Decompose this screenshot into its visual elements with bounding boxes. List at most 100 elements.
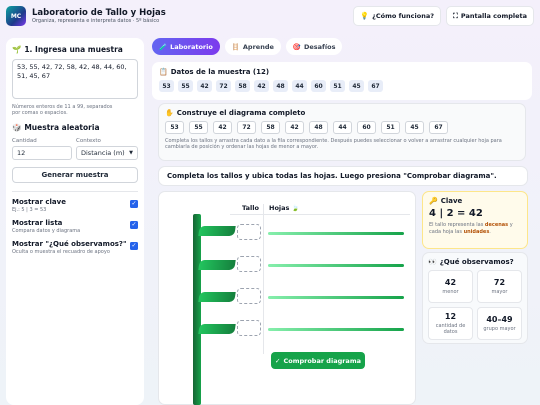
plant-leaf xyxy=(198,226,236,236)
draggable-value-chip[interactable]: 44 xyxy=(333,121,352,134)
sample-value-chip: 58 xyxy=(235,80,250,92)
plant-stem xyxy=(193,214,201,405)
tab-laboratorio[interactable]: 🧪 Laboratorio xyxy=(152,38,220,55)
context-select-value: Distancia (m) xyxy=(81,149,125,157)
sample-value-chip: 42 xyxy=(254,80,269,92)
random-heading-text: Muestra aleatoria xyxy=(24,123,100,132)
app-logo: MC xyxy=(6,6,26,26)
show-list-checkbox[interactable]: ✓ xyxy=(130,221,138,229)
sample-input[interactable] xyxy=(12,59,138,99)
flask-icon: 🧪 xyxy=(159,42,168,51)
stat-min: 42 menor xyxy=(428,270,473,303)
sample-value-chip: 45 xyxy=(349,80,364,92)
stat-max: 72 mayor xyxy=(477,270,522,303)
draggable-value-chip[interactable]: 72 xyxy=(237,121,256,134)
draggable-value-chip[interactable]: 55 xyxy=(189,121,208,134)
option-desc: Oculta o muestra el recuadro de apoyo xyxy=(12,249,110,255)
stat-label: menor xyxy=(442,289,459,295)
check-diagram-label: Comprobar diagrama xyxy=(283,356,361,365)
count-input[interactable]: 12 xyxy=(12,146,72,160)
plant-leaf xyxy=(198,292,236,302)
draggable-value-chip[interactable]: 53 xyxy=(165,121,184,134)
tab-aprende[interactable]: 🪜 Aprende xyxy=(224,38,281,55)
generate-button[interactable]: Generar muestra xyxy=(12,167,138,183)
col-stem-header: Tallo xyxy=(242,204,259,212)
key-card: 🔑 Clave 4 | 2 = 42 El tallo representa l… xyxy=(422,191,528,249)
tab-bar: 🧪 Laboratorio 🪜 Aprende 🎯 Desafíos xyxy=(152,38,343,55)
build-heading: ✋ Construye el diagrama completo xyxy=(165,109,519,117)
plant-leaf xyxy=(198,324,236,334)
sample-heading-text: 1. Ingresa una muestra xyxy=(24,45,123,54)
ladder-icon: 🪜 xyxy=(231,42,240,51)
stat-label: cantidad de datos xyxy=(435,323,466,335)
observe-heading-text: ¿Qué observamos? xyxy=(439,258,514,266)
show-key-checkbox[interactable]: ✓ xyxy=(130,200,138,208)
stat-label: grupo mayor xyxy=(483,326,516,332)
key-example: 4 | 2 = 42 xyxy=(429,208,483,219)
tab-desafios[interactable]: 🎯 Desafíos xyxy=(285,38,343,55)
build-heading-text: Construye el diagrama completo xyxy=(176,109,306,117)
option-title: Mostrar lista xyxy=(12,219,63,227)
fullscreen-button[interactable]: ⛶ Pantalla completa xyxy=(446,6,534,26)
stat-value: 42 xyxy=(444,278,457,287)
leaf-row-drop-zone[interactable] xyxy=(268,264,404,267)
sample-value-chip: 53 xyxy=(159,80,174,92)
option-show-key[interactable]: Mostrar clave Ej.: 5 | 3 = 53 ✓ xyxy=(12,198,138,213)
leaf-icon: 🍃 xyxy=(291,205,300,212)
plant-leaf xyxy=(198,260,236,270)
draggable-value-chip[interactable]: 45 xyxy=(405,121,424,134)
app-title: Laboratorio de Tallo y Hojas xyxy=(32,7,166,18)
fullscreen-button-label: Pantalla completa xyxy=(460,12,527,20)
sample-data-list: 53 55 42 72 58 42 48 44 60 51 45 67 xyxy=(159,80,525,92)
draggable-value-chip[interactable]: 48 xyxy=(309,121,328,134)
option-title: Mostrar clave xyxy=(12,198,66,206)
option-show-list[interactable]: Mostrar lista Compara datos y diagrama ✓ xyxy=(12,219,138,234)
column-divider xyxy=(263,204,264,354)
show-observe-checkbox[interactable]: ✓ xyxy=(130,242,138,250)
option-desc: Compara datos y diagrama xyxy=(12,228,81,234)
check-diagram-button[interactable]: ✓ Comprobar diagrama xyxy=(271,352,365,369)
draggable-value-chip[interactable]: 60 xyxy=(357,121,376,134)
key-heading-text: Clave xyxy=(440,197,463,205)
key-note: El tallo representa las decenas y cada h… xyxy=(429,222,513,235)
draggable-value-chip[interactable]: 58 xyxy=(261,121,280,134)
draggable-value-chip[interactable]: 42 xyxy=(285,121,304,134)
tab-label: Laboratorio xyxy=(170,42,213,51)
draggable-value-chip[interactable]: 42 xyxy=(213,121,232,134)
context-select[interactable]: Distancia (m) ▼ xyxy=(76,146,138,160)
hand-icon: ✋ xyxy=(165,109,174,117)
draggable-data-list: 53 55 42 72 58 42 48 44 60 51 45 67 xyxy=(165,121,519,134)
stem-slot[interactable] xyxy=(237,256,261,272)
leaf-row-drop-zone[interactable] xyxy=(268,296,404,299)
leaf-row-drop-zone[interactable] xyxy=(268,328,404,331)
stem-slot[interactable] xyxy=(237,288,261,304)
sample-value-chip: 51 xyxy=(330,80,345,92)
check-icon: ✓ xyxy=(275,356,281,365)
sample-hint: Números enteros de 11 a 99, separados po… xyxy=(12,104,113,116)
clipboard-icon: 📋 xyxy=(159,68,168,76)
stem-slot[interactable] xyxy=(237,224,261,240)
help-button[interactable]: 💡 ¿Cómo funciona? xyxy=(353,6,442,26)
leaf-row-drop-zone[interactable] xyxy=(268,232,404,235)
stat-value: 40–49 xyxy=(486,315,513,324)
draggable-value-chip[interactable]: 67 xyxy=(429,121,448,134)
stem-slot[interactable] xyxy=(237,320,261,336)
expand-icon: ⛶ xyxy=(453,11,458,20)
sample-heading: 🌱 1. Ingresa una muestra xyxy=(12,45,138,54)
context-label: Contexto xyxy=(76,138,101,144)
stat-count: 12 cantidad de datos xyxy=(428,307,473,340)
build-diagram-card: ✋ Construye el diagrama completo 53 55 42 7… xyxy=(158,103,526,161)
app-header: MC Laboratorio de Tallo y Hojas Organiza… xyxy=(0,0,540,32)
col-leaves-text: Hojas xyxy=(269,204,290,212)
lightbulb-icon: 💡 xyxy=(360,12,370,20)
key-icon: 🔑 xyxy=(429,197,438,205)
key-heading: 🔑 Clave xyxy=(429,197,521,205)
sample-value-chip: 67 xyxy=(368,80,383,92)
option-show-observe[interactable]: Mostrar "¿Qué observamos?" Oculta o mues… xyxy=(12,240,138,255)
tab-label: Aprende xyxy=(242,42,274,51)
build-note: Completa los tallos y arrastra cada dato… xyxy=(165,138,502,150)
stat-value: 12 xyxy=(444,312,457,321)
observe-heading: 👀 ¿Qué observamos? xyxy=(428,258,522,266)
draggable-value-chip[interactable]: 51 xyxy=(381,121,400,134)
stat-label: mayor xyxy=(491,289,508,295)
